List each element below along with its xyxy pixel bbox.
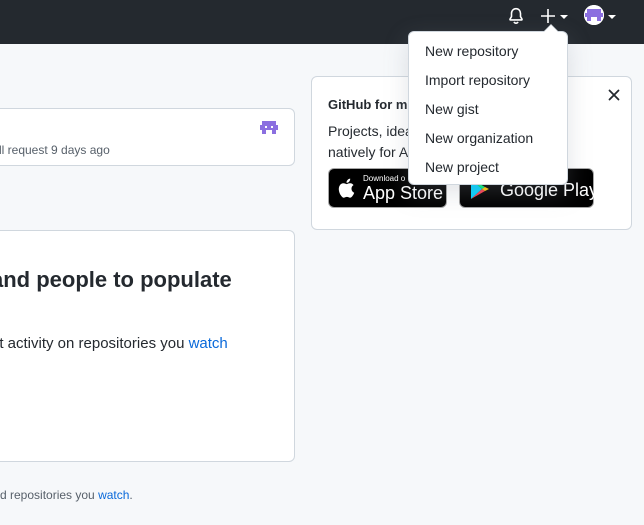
footnote-period: . (129, 488, 133, 502)
chevron-down-icon (560, 15, 568, 19)
menu-item-label: New project (425, 159, 499, 175)
menu-item-label: New gist (425, 101, 479, 117)
promo-body: Projects, idea natively for A (328, 121, 413, 163)
menu-item-new-repository[interactable]: New repository (409, 40, 567, 69)
bell-icon[interactable] (507, 7, 525, 25)
empty-feed-heading: and people to populate (0, 267, 232, 292)
create-new-menu: New repository Import repository New gis… (408, 24, 568, 185)
footnote-watch-link[interactable]: watch (98, 488, 129, 502)
promo-title: GitHub for m (328, 97, 408, 112)
feed-footnote: d repositories you watch. (0, 488, 133, 502)
app-store-caption: Download o (363, 174, 406, 183)
activity-meta: ll request 9 days ago (0, 143, 110, 157)
watch-link[interactable]: watch (189, 335, 228, 352)
menu-item-label: New repository (425, 43, 519, 59)
empty-feed-text: nt activity on repositories you (0, 335, 189, 352)
menu-item-import-repository[interactable]: Import repository (409, 69, 567, 98)
avatar (584, 5, 604, 25)
empty-feed-card: and people to populate nt activity on re… (0, 230, 295, 462)
avatar[interactable] (259, 118, 279, 138)
user-menu-button[interactable] (584, 5, 620, 27)
promo-body-line: natively for A (328, 144, 409, 160)
app-store-label: App Store (363, 183, 444, 203)
menu-item-new-project[interactable]: New project (409, 156, 567, 185)
apple-icon (337, 177, 357, 204)
menu-item-new-organization[interactable]: New organization (409, 127, 567, 156)
chevron-down-icon (608, 15, 616, 19)
promo-body-line: Projects, idea (328, 123, 413, 139)
menu-item-label: New organization (425, 130, 534, 146)
activity-card: ll request 9 days ago (0, 108, 295, 166)
menu-item-label: Import repository (425, 72, 531, 88)
close-icon[interactable] (606, 87, 622, 103)
footnote-text: d repositories you (0, 488, 99, 502)
empty-feed-description: nt activity on repositories you watch (0, 335, 228, 352)
menu-item-new-gist[interactable]: New gist (409, 98, 567, 127)
